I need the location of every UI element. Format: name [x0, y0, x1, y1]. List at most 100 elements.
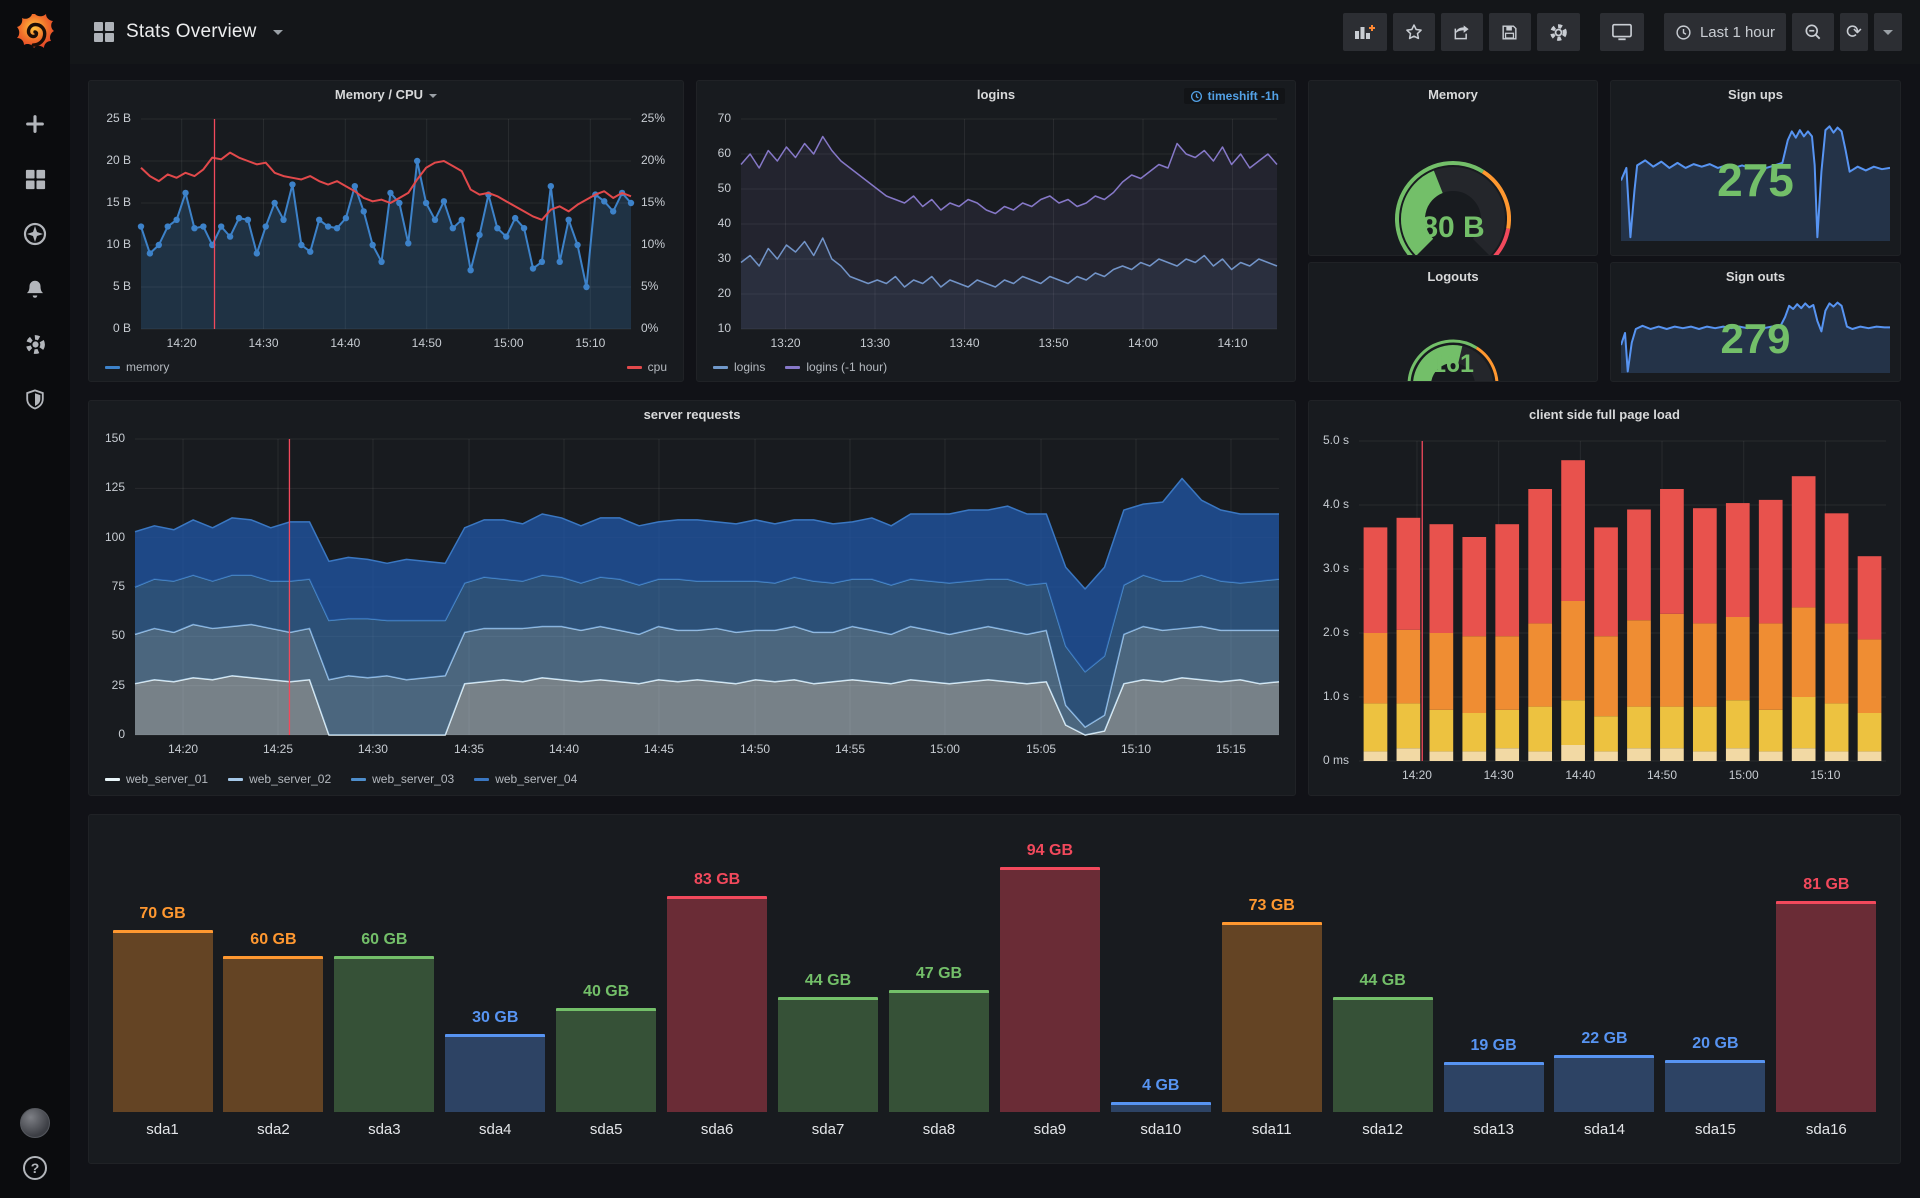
- axis-tick: 15 B: [106, 195, 131, 209]
- sidebar-item-configuration[interactable]: [23, 332, 47, 356]
- legend-item[interactable]: web_server_01: [105, 772, 208, 786]
- disk-bar[interactable]: [999, 867, 1100, 1112]
- disk-name-label: sda2: [257, 1121, 290, 1138]
- sidebar-item-explore[interactable]: [23, 222, 47, 246]
- sidebar-item-create[interactable]: [23, 112, 47, 136]
- axis-tick: 50: [111, 628, 125, 643]
- disk-value-label: 60 GB: [250, 930, 297, 948]
- panel-title[interactable]: Sign outs: [1611, 263, 1900, 291]
- settings-button[interactable]: [1536, 13, 1580, 51]
- legend-label: logins (-1 hour): [806, 360, 888, 374]
- disk-bar[interactable]: [667, 895, 768, 1112]
- logins-chart[interactable]: 70 60 50 40 30 20 10 13:20 13:30 13:40 13:50 14:00 1…: [697, 109, 1295, 355]
- legend-swatch: [228, 777, 244, 781]
- axis-tick: 10 B: [106, 237, 131, 251]
- panel-server-requests: server requests 150 125 100 75 50 25 0 14:20 14:…: [88, 400, 1296, 796]
- panel-page-load: client side full page load 5.0 s 4.0 s 3.0…: [1308, 400, 1901, 796]
- legend-item[interactable]: cpu: [626, 360, 667, 374]
- user-avatar[interactable]: [20, 1108, 50, 1138]
- panel-title[interactable]: Sign ups: [1611, 81, 1900, 109]
- axis-tick: 15:10: [575, 336, 606, 350]
- disk-bar[interactable]: [778, 997, 879, 1112]
- memory-cpu-chart[interactable]: 25 B 20 B 15 B 10 B 5 B 0 B 25% 20% 15% 10% 5% 0% 14…: [89, 109, 683, 355]
- disk-bar[interactable]: [334, 955, 435, 1112]
- grafana-logo[interactable]: [0, 0, 70, 64]
- disk-bar[interactable]: [1110, 1101, 1211, 1112]
- disk-value-label: 47 GB: [915, 964, 963, 982]
- memory-cpu-legend: memory cpu: [105, 358, 667, 376]
- disk-bar[interactable]: [1554, 1054, 1655, 1112]
- disk-column: 94 GB sda9: [998, 842, 1101, 1139]
- refresh-button[interactable]: ⟳: [1840, 13, 1868, 51]
- axis-tick: 14:55: [834, 742, 866, 756]
- axis-tick: 20: [717, 286, 731, 300]
- disk-bar[interactable]: [1665, 1059, 1766, 1112]
- disk-bar[interactable]: [112, 929, 213, 1112]
- share-button[interactable]: [1440, 13, 1483, 51]
- axis-tick: 15:00: [493, 336, 524, 350]
- add-panel-icon: [1354, 25, 1375, 39]
- disk-bar[interactable]: [888, 989, 989, 1112]
- legend-label: logins: [734, 360, 766, 374]
- panel-title[interactable]: Memory: [1309, 81, 1597, 109]
- panel-title[interactable]: Logouts: [1309, 263, 1597, 291]
- add-panel-button[interactable]: [1342, 13, 1387, 51]
- grafana-dashboard: Stats Overview Last 1 hour ⟳ ? Memory / …: [0, 0, 1920, 1198]
- legend-swatch: [474, 777, 490, 781]
- dashboard-grid-icon[interactable]: [94, 22, 114, 42]
- disk-bar[interactable]: [1776, 900, 1877, 1112]
- refresh-interval-dropdown[interactable]: [1874, 13, 1902, 51]
- disk-value-label: 22 GB: [1581, 1029, 1628, 1047]
- axis-tick: 5%: [641, 279, 659, 293]
- panel-title[interactable]: client side full page load: [1309, 401, 1900, 429]
- axis-tick: 70: [717, 111, 731, 125]
- disk-column: 4 GB sda10: [1109, 1077, 1212, 1139]
- panel-memory-cpu: Memory / CPU 25 B 20 B 15 B 10 B 5 B 0 B 25% 20…: [88, 80, 684, 382]
- save-button[interactable]: [1488, 13, 1531, 51]
- disk-name-label: sda7: [811, 1121, 845, 1138]
- legend-item[interactable]: web_server_02: [228, 772, 331, 786]
- legend-item[interactable]: web_server_03: [351, 772, 454, 786]
- time-range-button[interactable]: Last 1 hour: [1663, 13, 1786, 51]
- sidebar-item-alerting[interactable]: [23, 277, 47, 301]
- legend-item[interactable]: memory: [105, 360, 169, 374]
- disk-bar[interactable]: [1443, 1062, 1544, 1112]
- star-button[interactable]: [1392, 13, 1435, 51]
- disk-column: 22 GB sda14: [1553, 1030, 1656, 1139]
- disk-bar[interactable]: [1221, 921, 1322, 1112]
- disk-bar[interactable]: [445, 1033, 546, 1112]
- axis-tick: 20 B: [106, 153, 131, 167]
- legend-swatch: [785, 365, 801, 369]
- legend-item[interactable]: logins: [713, 360, 765, 374]
- disk-name-label: sda11: [1251, 1121, 1292, 1138]
- sidebar-item-dashboards[interactable]: [23, 167, 47, 191]
- dashboard-title-caret-icon[interactable]: [272, 29, 283, 35]
- axis-tick: 13:20: [770, 336, 801, 350]
- disk-bar[interactable]: [556, 1007, 657, 1112]
- server-requests-chart[interactable]: 150 125 100 75 50 25 0 14:20 14:25 14:30 14:35 14:4…: [89, 429, 1295, 765]
- sign-ups-value: 275: [1717, 154, 1794, 206]
- panel-title[interactable]: Memory / CPU: [89, 81, 683, 109]
- legend-label: web_server_04: [495, 772, 578, 786]
- axis-tick: 5.0 s: [1322, 433, 1349, 447]
- axis-tick: 14:40: [548, 742, 580, 756]
- dashboard-title[interactable]: Stats Overview: [126, 21, 257, 43]
- page-load-chart[interactable]: 5.0 s 4.0 s 3.0 s 2.0 s 1.0 s 0 ms 14:20 14:30 1…: [1309, 429, 1900, 795]
- axis-tick: 0%: [641, 321, 659, 335]
- time-range-label: Last 1 hour: [1699, 23, 1775, 41]
- sidebar-item-server-admin[interactable]: [23, 387, 47, 411]
- axis-tick: 13:30: [859, 336, 891, 350]
- legend-item[interactable]: logins (-1 hour): [785, 360, 887, 374]
- disk-bar[interactable]: [223, 955, 324, 1112]
- disk-bar[interactable]: [1332, 997, 1433, 1112]
- panel-title[interactable]: server requests: [89, 401, 1295, 429]
- axis-tick: 14:50: [411, 336, 442, 350]
- legend-item[interactable]: web_server_04: [474, 772, 577, 786]
- axis-tick: 0: [118, 727, 125, 741]
- zoom-out-button[interactable]: [1792, 13, 1834, 51]
- disk-bar-chart[interactable]: 70 GB sda1 60 GB sda2 60 GB sda3 30 GB sda4 40 G…: [111, 842, 1878, 1139]
- help-button[interactable]: ?: [23, 1156, 47, 1180]
- tv-mode-button[interactable]: [1599, 13, 1644, 51]
- disk-value-label: 30 GB: [472, 1008, 519, 1026]
- axis-tick: 25 B: [106, 111, 131, 125]
